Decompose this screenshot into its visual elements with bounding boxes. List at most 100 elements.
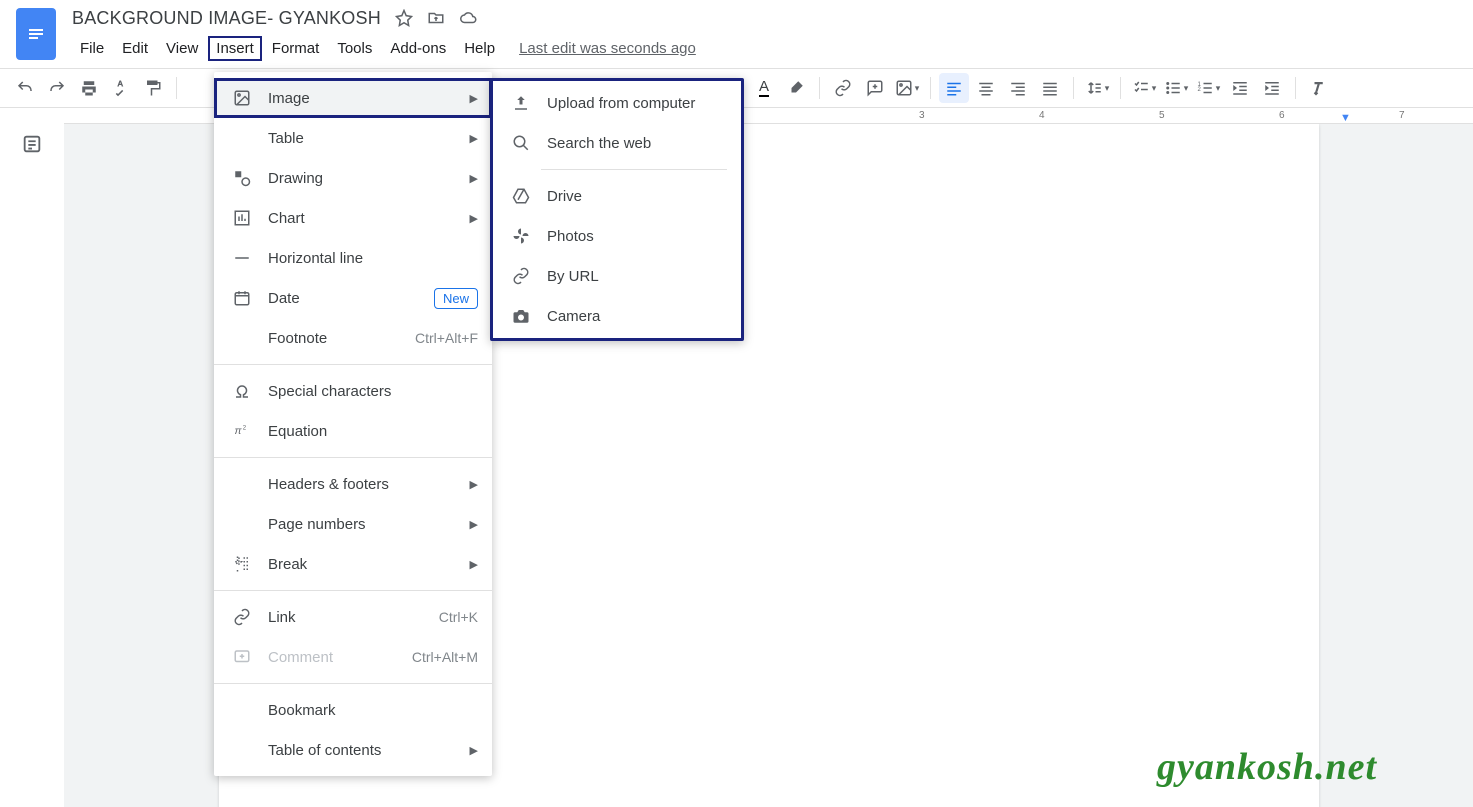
menu-item-label: Horizontal line — [268, 250, 363, 267]
menu-item-icon — [509, 134, 533, 152]
print-button[interactable] — [74, 73, 104, 103]
paint-format-button[interactable] — [138, 73, 168, 103]
menu-item-icon — [230, 289, 254, 307]
insert-headers-footers[interactable]: Headers & footers ▶ — [214, 464, 492, 504]
insert-bookmark[interactable]: Bookmark — [214, 690, 492, 730]
menu-edit[interactable]: Edit — [114, 36, 156, 61]
menu-item-label: By URL — [547, 268, 599, 285]
separator — [1073, 77, 1074, 99]
insert-footnote[interactable]: FootnoteCtrl+Alt+F — [214, 318, 492, 358]
menu-shortcut: Ctrl+Alt+F — [415, 330, 478, 346]
text-color-button[interactable]: A — [749, 73, 779, 103]
highlight-button[interactable] — [781, 73, 811, 103]
document-outline-icon[interactable] — [16, 128, 48, 160]
ruler-mark: 6 — [1279, 110, 1285, 121]
menu-divider — [214, 683, 492, 684]
menu-item-icon — [509, 227, 533, 245]
align-justify-button[interactable] — [1035, 73, 1065, 103]
cloud-status-icon[interactable] — [459, 9, 479, 27]
menu-item-label: Bookmark — [268, 702, 336, 719]
image-drive[interactable]: Drive — [493, 176, 741, 216]
insert-special-characters[interactable]: Special characters — [214, 371, 492, 411]
star-icon[interactable] — [395, 9, 413, 27]
submenu-arrow-icon: ▶ — [470, 212, 478, 225]
move-icon[interactable] — [427, 9, 445, 27]
insert-dropdown: Image▶Table▶Drawing▶Chart▶Horizontal lin… — [214, 72, 492, 776]
menu-item-icon — [509, 94, 533, 112]
menu-tools[interactable]: Tools — [329, 36, 380, 61]
insert-table[interactable]: Table▶ — [214, 118, 492, 158]
menu-item-label: Break — [268, 556, 307, 573]
submenu-arrow-icon: ▶ — [470, 172, 478, 185]
image-camera[interactable]: Camera — [493, 296, 741, 336]
menu-item-label: Drawing — [268, 170, 323, 187]
menu-help[interactable]: Help — [456, 36, 503, 61]
align-center-button[interactable] — [971, 73, 1001, 103]
numbered-list-button[interactable]: 12 — [1193, 73, 1223, 103]
menu-divider — [541, 169, 727, 170]
menu-item-icon — [230, 169, 254, 187]
separator — [819, 77, 820, 99]
insert-date[interactable]: DateNew — [214, 278, 492, 318]
image-by-url[interactable]: By URL — [493, 256, 741, 296]
doc-title[interactable]: BACKGROUND IMAGE- GYANKOSH — [72, 8, 381, 29]
svg-text:2: 2 — [243, 426, 247, 432]
align-right-button[interactable] — [1003, 73, 1033, 103]
menu-item-icon — [509, 307, 533, 325]
insert-equation[interactable]: π2Equation — [214, 411, 492, 451]
checklist-button[interactable] — [1129, 73, 1159, 103]
menu-item-icon — [230, 555, 254, 573]
menu-file[interactable]: File — [72, 36, 112, 61]
menu-divider — [214, 364, 492, 365]
insert-link[interactable]: LinkCtrl+K — [214, 597, 492, 637]
menu-item-label: Chart — [268, 210, 305, 227]
menu-item-icon — [509, 187, 533, 205]
ruler-mark: 3 — [919, 110, 925, 121]
menu-insert[interactable]: Insert — [208, 36, 262, 61]
menu-item-icon — [230, 89, 254, 107]
ruler-mark: 7 — [1399, 110, 1405, 121]
insert-drawing[interactable]: Drawing ▶ — [214, 158, 492, 198]
menu-addons[interactable]: Add-ons — [382, 36, 454, 61]
spellcheck-button[interactable] — [106, 73, 136, 103]
undo-button[interactable] — [10, 73, 40, 103]
submenu-arrow-icon: ▶ — [470, 478, 478, 491]
insert-chart[interactable]: Chart ▶ — [214, 198, 492, 238]
menu-item-icon — [509, 267, 533, 285]
right-indent-marker[interactable]: ▼ — [1340, 112, 1351, 124]
align-left-button[interactable] — [939, 73, 969, 103]
menu-divider — [214, 457, 492, 458]
decrease-indent-button[interactable] — [1225, 73, 1255, 103]
menu-item-icon — [230, 382, 254, 400]
bulleted-list-button[interactable] — [1161, 73, 1191, 103]
clear-formatting-button[interactable] — [1304, 73, 1334, 103]
insert-image[interactable]: Image▶ — [214, 78, 492, 118]
menu-item-label: Headers & footers — [268, 476, 389, 493]
menu-view[interactable]: View — [158, 36, 206, 61]
separator — [176, 77, 177, 99]
line-spacing-button[interactable] — [1082, 73, 1112, 103]
image-upload-from-computer[interactable]: Upload from computer — [493, 83, 741, 123]
svg-text:2: 2 — [1197, 87, 1201, 93]
image-search-the-web[interactable]: Search the web — [493, 123, 741, 163]
menu-format[interactable]: Format — [264, 36, 328, 61]
add-comment-button[interactable] — [860, 73, 890, 103]
insert-table-of-contents[interactable]: Table of contents▶ — [214, 730, 492, 770]
insert-horizontal-line[interactable]: Horizontal line — [214, 238, 492, 278]
docs-logo-icon[interactable] — [16, 8, 56, 60]
ruler-mark: 5 — [1159, 110, 1165, 121]
submenu-arrow-icon: ▶ — [470, 518, 478, 531]
insert-link-button[interactable] — [828, 73, 858, 103]
menu-item-label: Date — [268, 290, 300, 307]
menu-item-label: Link — [268, 609, 296, 626]
menu-shortcut: Ctrl+Alt+M — [412, 649, 478, 665]
increase-indent-button[interactable] — [1257, 73, 1287, 103]
insert-page-numbers[interactable]: Page numbers▶ — [214, 504, 492, 544]
last-edit-link[interactable]: Last edit was seconds ago — [519, 40, 696, 57]
redo-button[interactable] — [42, 73, 72, 103]
insert-break[interactable]: Break▶ — [214, 544, 492, 584]
image-photos[interactable]: Photos — [493, 216, 741, 256]
watermark-text: gyankosh.net — [1157, 745, 1377, 789]
menu-item-label: Table — [268, 130, 304, 147]
insert-image-button[interactable] — [892, 73, 922, 103]
